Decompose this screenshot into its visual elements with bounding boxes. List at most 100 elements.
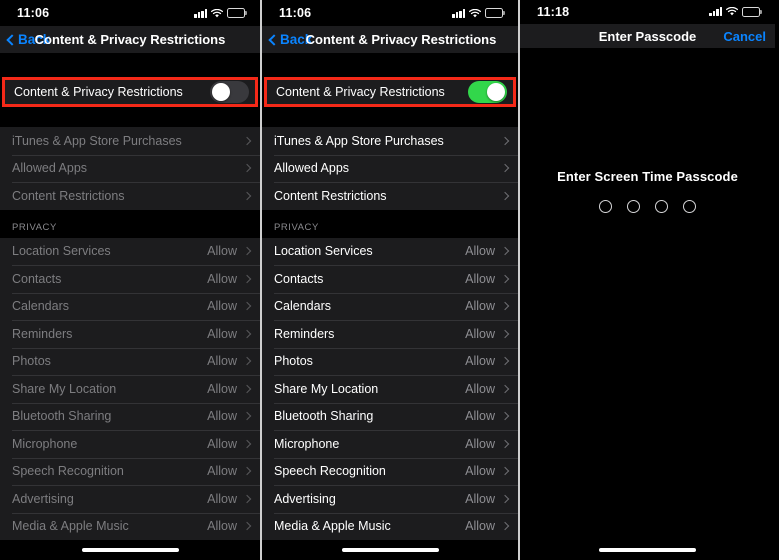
- table-row[interactable]: Media & Apple Music Allow: [262, 512, 518, 541]
- back-button-label: Back: [18, 32, 51, 47]
- chevron-right-icon: [242, 522, 252, 531]
- switch-knob: [487, 83, 505, 101]
- chevron-right-icon: [242, 164, 252, 173]
- section-gap: [0, 111, 260, 127]
- passcode-dot: [683, 200, 696, 214]
- content-privacy-restrictions-toggle-row[interactable]: Content & Privacy Restrictions: [2, 77, 258, 107]
- table-row[interactable]: Share My Location Allow: [0, 375, 260, 403]
- table-row[interactable]: Share My Location Allow: [262, 375, 518, 403]
- list-item[interactable]: Allowed Apps: [262, 154, 518, 183]
- chevron-right-icon: [500, 191, 510, 200]
- row-label: Reminders: [12, 326, 73, 341]
- list-item-label: Allowed Apps: [12, 161, 88, 176]
- row-label: Microphone: [12, 436, 78, 451]
- content-privacy-restrictions-switch[interactable]: [210, 81, 249, 103]
- list-item[interactable]: iTunes & App Store Purchases: [262, 127, 518, 155]
- table-row[interactable]: Location Services Allow: [262, 238, 518, 266]
- row-value: Allow: [207, 491, 237, 506]
- row-value: Allow: [207, 436, 237, 451]
- phone-screen-enter-passcode: 11:18 Enter Passcode Cancel Enter Screen…: [520, 0, 775, 560]
- chevron-right-icon: [242, 384, 252, 393]
- chevron-right-icon: [500, 467, 510, 476]
- list-item-label: Content Restrictions: [274, 188, 387, 203]
- chevron-right-icon: [242, 191, 252, 200]
- chevron-right-icon: [500, 302, 510, 311]
- table-row[interactable]: Advertising Allow: [0, 485, 260, 513]
- row-label: Contacts: [12, 271, 62, 286]
- chevron-right-icon: [500, 384, 510, 393]
- table-row[interactable]: Advertising Allow: [262, 485, 518, 513]
- chevron-right-icon: [500, 164, 510, 173]
- table-row[interactable]: Calendars Allow: [0, 292, 260, 321]
- list-item[interactable]: Content Restrictions: [0, 182, 260, 210]
- wifi-icon: [211, 8, 223, 18]
- back-button[interactable]: Back: [6, 32, 51, 47]
- cancel-button[interactable]: Cancel: [723, 29, 766, 44]
- list-item[interactable]: Allowed Apps: [0, 154, 260, 183]
- chevron-right-icon: [242, 467, 252, 476]
- list-item[interactable]: Content Restrictions: [262, 182, 518, 210]
- table-row[interactable]: Speech Recognition Allow: [262, 457, 518, 486]
- row-label: Speech Recognition: [12, 464, 124, 479]
- status-bar: 11:06: [0, 0, 260, 26]
- table-row[interactable]: Calendars Allow: [262, 292, 518, 321]
- cellular-signal-icon: [452, 8, 465, 18]
- row-value: Allow: [465, 381, 495, 396]
- toggle-row-label: Content & Privacy Restrictions: [14, 85, 183, 99]
- passcode-dots[interactable]: [599, 200, 696, 214]
- back-button-label: Back: [280, 32, 313, 47]
- table-row[interactable]: Photos Allow: [0, 347, 260, 376]
- table-row[interactable]: Bluetooth Sharing Allow: [0, 402, 260, 431]
- battery-icon: [227, 8, 247, 18]
- table-row[interactable]: Reminders Allow: [262, 320, 518, 348]
- nav-gap: [262, 53, 518, 73]
- chevron-right-icon: [500, 522, 510, 531]
- row-label: Microphone: [274, 436, 340, 451]
- table-row[interactable]: Contacts Allow: [262, 265, 518, 293]
- table-row[interactable]: Media & Apple Music Allow: [0, 512, 260, 541]
- table-row[interactable]: Microphone Allow: [262, 430, 518, 458]
- chevron-right-icon: [500, 329, 510, 338]
- row-label: Bluetooth Sharing: [12, 409, 112, 424]
- row-value: Allow: [207, 354, 237, 369]
- table-row[interactable]: Microphone Allow: [0, 430, 260, 458]
- status-time: 11:06: [279, 6, 312, 20]
- navigation-bar: Back Content & Privacy Restrictions: [262, 26, 518, 53]
- home-indicator: [0, 547, 260, 552]
- table-row[interactable]: Reminders Allow: [0, 320, 260, 348]
- chevron-right-icon: [242, 329, 252, 338]
- content-privacy-restrictions-toggle-row[interactable]: Content & Privacy Restrictions: [264, 77, 516, 107]
- list-item[interactable]: iTunes & App Store Purchases: [0, 127, 260, 155]
- status-bar: 11:06: [262, 0, 518, 26]
- row-value: Allow: [465, 409, 495, 424]
- table-row[interactable]: Contacts Allow: [0, 265, 260, 293]
- table-row[interactable]: Photos Allow: [262, 347, 518, 376]
- table-row[interactable]: Location Services Allow: [0, 238, 260, 266]
- chevron-right-icon: [500, 439, 510, 448]
- row-label: Calendars: [274, 299, 331, 314]
- passcode-dot: [655, 200, 668, 214]
- row-value: Allow: [207, 244, 237, 259]
- restrictions-menu-section: iTunes & App Store Purchases Allowed App…: [262, 127, 518, 210]
- row-value: Allow: [465, 326, 495, 341]
- section-gap: [262, 111, 518, 127]
- row-value: Allow: [207, 326, 237, 341]
- status-time: 11:18: [537, 4, 570, 19]
- phone-screen-restrictions-on: 11:06 Back Content & Privacy Restriction…: [260, 0, 520, 560]
- row-value: Allow: [465, 519, 495, 534]
- table-row[interactable]: Speech Recognition Allow: [0, 457, 260, 486]
- privacy-section-header: PRIVACY: [262, 209, 518, 238]
- row-label: Photos: [12, 354, 51, 369]
- row-label: Speech Recognition: [274, 464, 386, 479]
- row-value: Allow: [207, 271, 237, 286]
- wifi-icon: [469, 8, 481, 18]
- passcode-prompt: Enter Screen Time Passcode: [557, 169, 738, 185]
- table-row[interactable]: Bluetooth Sharing Allow: [262, 402, 518, 431]
- highlight-annotation-toggle: Content & Privacy Restrictions: [262, 73, 518, 111]
- chevron-right-icon: [242, 302, 252, 311]
- row-label: Photos: [274, 354, 313, 369]
- content-privacy-restrictions-switch[interactable]: [468, 81, 507, 103]
- privacy-section: Location Services Allow Contacts Allow C…: [262, 237, 518, 541]
- back-button[interactable]: Back: [268, 32, 313, 47]
- cellular-signal-icon: [709, 7, 722, 17]
